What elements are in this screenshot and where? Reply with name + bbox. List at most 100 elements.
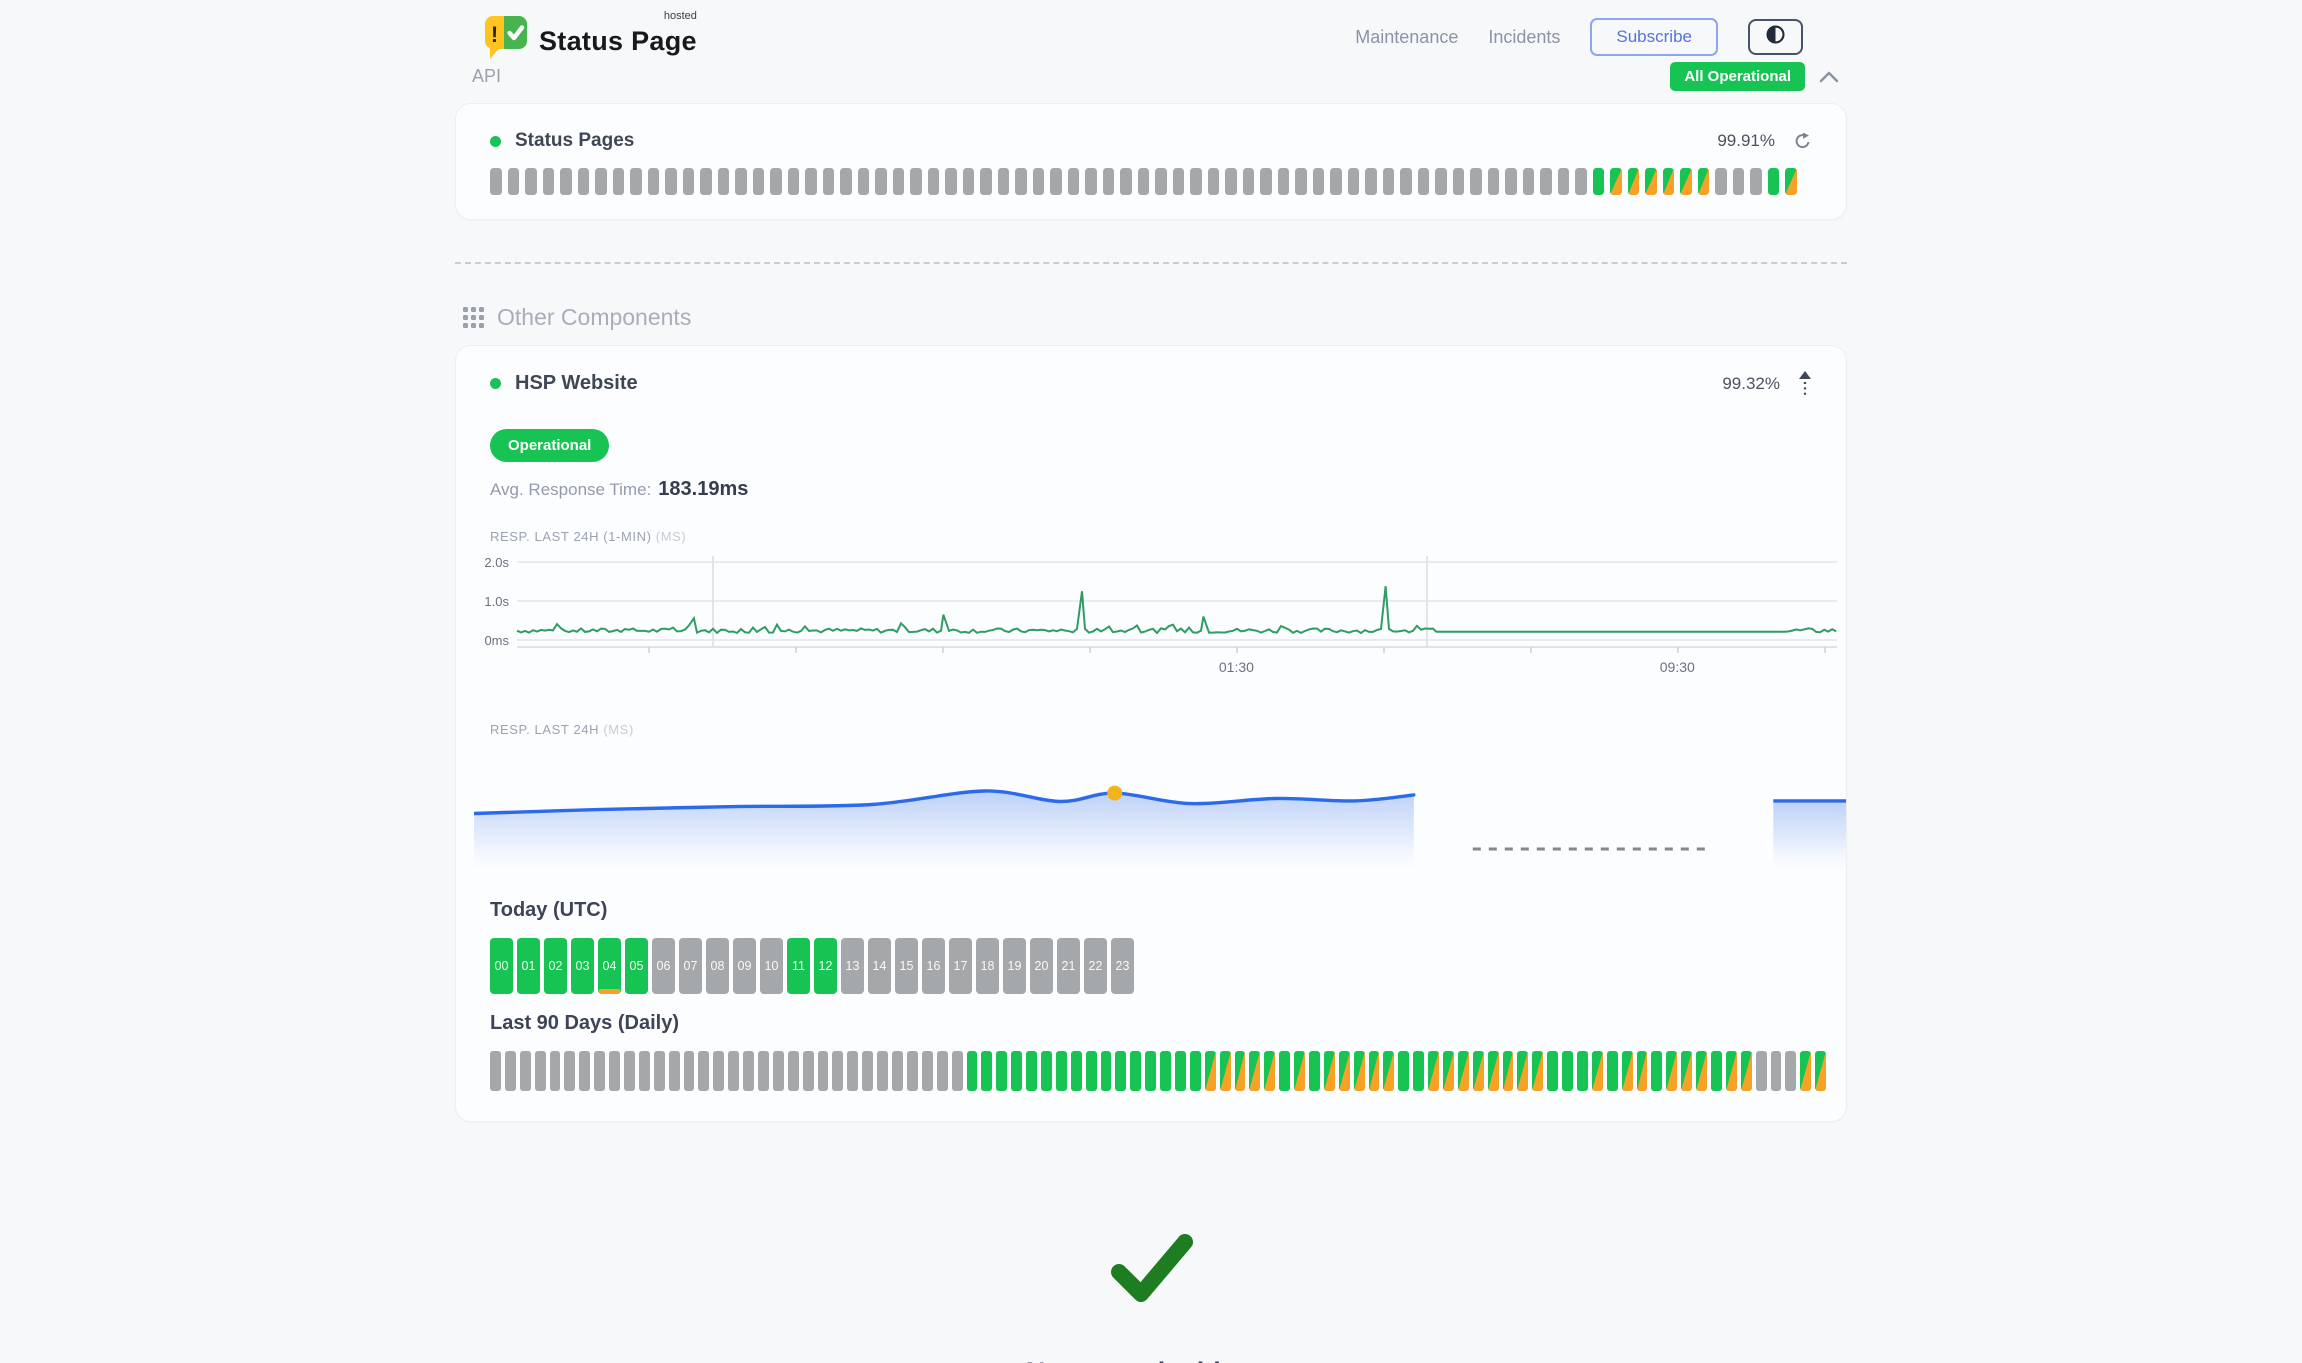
uptime-bar-empty[interactable] — [832, 1051, 843, 1091]
hour-block-10[interactable]: 10 — [760, 938, 783, 994]
uptime-bar-empty[interactable] — [937, 1051, 948, 1091]
refresh-icon[interactable] — [1793, 132, 1812, 150]
uptime-bar-empty[interactable] — [743, 1051, 754, 1091]
uptime-bar-operational[interactable] — [1768, 168, 1780, 195]
uptime-bar-empty[interactable] — [1733, 168, 1745, 195]
uptime-bar-empty[interactable] — [1540, 168, 1552, 195]
uptime-bar-empty[interactable] — [1453, 168, 1465, 195]
uptime-bar-empty[interactable] — [1313, 168, 1325, 195]
uptime-bar-empty[interactable] — [1208, 168, 1220, 195]
hour-block-16[interactable]: 16 — [922, 938, 945, 994]
hour-block-21[interactable]: 21 — [1057, 938, 1080, 994]
uptime-bar-empty[interactable] — [892, 1051, 903, 1091]
uptime-bar-degraded[interactable] — [1458, 1051, 1469, 1091]
uptime-bar-degraded[interactable] — [1680, 168, 1692, 195]
uptime-bar-empty[interactable] — [490, 1051, 501, 1091]
uptime-bar-empty[interactable] — [665, 168, 677, 195]
uptime-bar-operational[interactable] — [1547, 1051, 1558, 1091]
uptime-bar-operational[interactable] — [1056, 1051, 1067, 1091]
uptime-bar-degraded[interactable] — [1698, 168, 1710, 195]
uptime-bar-empty[interactable] — [1173, 168, 1185, 195]
uptime-bar-empty[interactable] — [505, 1051, 516, 1091]
uptime-bar-empty[interactable] — [1138, 168, 1150, 195]
uptime-bar-empty[interactable] — [928, 168, 940, 195]
uptime-bar-empty[interactable] — [508, 168, 520, 195]
uptime-bar-empty[interactable] — [718, 168, 730, 195]
uptime-bar-empty[interactable] — [1558, 168, 1570, 195]
uptime-bar-empty[interactable] — [770, 168, 782, 195]
uptime-bar-degraded[interactable] — [1205, 1051, 1216, 1091]
uptime-bar-empty[interactable] — [1488, 168, 1500, 195]
uptime-bar-empty[interactable] — [980, 168, 992, 195]
uptime-bar-empty[interactable] — [683, 168, 695, 195]
uptime-bar-empty[interactable] — [1050, 168, 1062, 195]
uptime-bar-operational[interactable] — [1711, 1051, 1722, 1091]
uptime-bar-empty[interactable] — [1085, 168, 1097, 195]
uptime-bar-empty[interactable] — [579, 1051, 590, 1091]
uptime-bar-empty[interactable] — [1418, 168, 1430, 195]
uptime-bar-operational[interactable] — [1413, 1051, 1424, 1091]
uptime-bar-empty[interactable] — [823, 168, 835, 195]
uptime-bar-empty[interactable] — [1523, 168, 1535, 195]
uptime-bar-empty[interactable] — [1015, 168, 1027, 195]
hour-block-09[interactable]: 09 — [733, 938, 756, 994]
uptime-bar-degraded[interactable] — [1532, 1051, 1543, 1091]
uptime-bar-empty[interactable] — [1575, 168, 1587, 195]
uptime-bar-degraded[interactable] — [1815, 1051, 1826, 1091]
uptime-bar-empty[interactable] — [788, 1051, 799, 1091]
uptime-bar-empty[interactable] — [639, 1051, 650, 1091]
uptime-bar-empty[interactable] — [525, 168, 537, 195]
uptime-bar-empty[interactable] — [609, 1051, 620, 1091]
hour-block-03[interactable]: 03 — [571, 938, 594, 994]
hour-block-11[interactable]: 11 — [787, 938, 810, 994]
nav-incidents[interactable]: Incidents — [1488, 27, 1560, 48]
uptime-bar-empty[interactable] — [1330, 168, 1342, 195]
uptime-bar-degraded[interactable] — [1663, 168, 1675, 195]
uptime-bar-empty[interactable] — [700, 168, 712, 195]
hour-block-00[interactable]: 00 — [490, 938, 513, 994]
uptime-bar-empty[interactable] — [520, 1051, 531, 1091]
hour-block-04[interactable]: 04 — [598, 938, 621, 994]
uptime-bar-operational[interactable] — [996, 1051, 1007, 1091]
uptime-bar-empty[interactable] — [847, 1051, 858, 1091]
uptime-bar-empty[interactable] — [1033, 168, 1045, 195]
uptime-bar-empty[interactable] — [578, 168, 590, 195]
uptime-bar-empty[interactable] — [735, 168, 747, 195]
uptime-bar-operational[interactable] — [1041, 1051, 1052, 1091]
uptime-bar-empty[interactable] — [490, 168, 502, 195]
uptime-bar-empty[interactable] — [805, 168, 817, 195]
uptime-bar-empty[interactable] — [1470, 168, 1482, 195]
subscribe-button[interactable]: Subscribe — [1590, 18, 1718, 56]
uptime-bar-degraded[interactable] — [1264, 1051, 1275, 1091]
uptime-bar-operational[interactable] — [1577, 1051, 1588, 1091]
uptime-bar-operational[interactable] — [1011, 1051, 1022, 1091]
uptime-bar-empty[interactable] — [818, 1051, 829, 1091]
uptime-bar-empty[interactable] — [910, 168, 922, 195]
uptime-bar-empty[interactable] — [1383, 168, 1395, 195]
hour-block-13[interactable]: 13 — [841, 938, 864, 994]
uptime-bar-operational[interactable] — [967, 1051, 978, 1091]
uptime-bar-empty[interactable] — [1750, 168, 1762, 195]
uptime-bar-operational[interactable] — [1593, 168, 1605, 195]
uptime-bar-empty[interactable] — [648, 168, 660, 195]
uptime-bar-degraded[interactable] — [1354, 1051, 1365, 1091]
uptime-bar-empty[interactable] — [550, 1051, 561, 1091]
uptime-bar-degraded[interactable] — [1517, 1051, 1528, 1091]
hour-block-20[interactable]: 20 — [1030, 938, 1053, 994]
uptime-bar-empty[interactable] — [1260, 168, 1272, 195]
uptime-bar-degraded[interactable] — [1220, 1051, 1231, 1091]
uptime-bar-empty[interactable] — [1225, 168, 1237, 195]
hour-block-17[interactable]: 17 — [949, 938, 972, 994]
uptime-bar-degraded[interactable] — [1610, 168, 1622, 195]
uptime-bar-empty[interactable] — [1365, 168, 1377, 195]
uptime-bar-degraded[interactable] — [1369, 1051, 1380, 1091]
uptime-bar-operational[interactable] — [1026, 1051, 1037, 1091]
uptime-bar-empty[interactable] — [594, 1051, 605, 1091]
uptime-bar-degraded[interactable] — [1637, 1051, 1648, 1091]
uptime-bar-empty[interactable] — [788, 168, 800, 195]
uptime-bar-operational[interactable] — [1160, 1051, 1171, 1091]
uptime-bar-empty[interactable] — [1155, 168, 1167, 195]
uptime-bar-empty[interactable] — [758, 1051, 769, 1091]
uptime-bar-empty[interactable] — [1715, 168, 1727, 195]
uptime-bar-empty[interactable] — [1278, 168, 1290, 195]
